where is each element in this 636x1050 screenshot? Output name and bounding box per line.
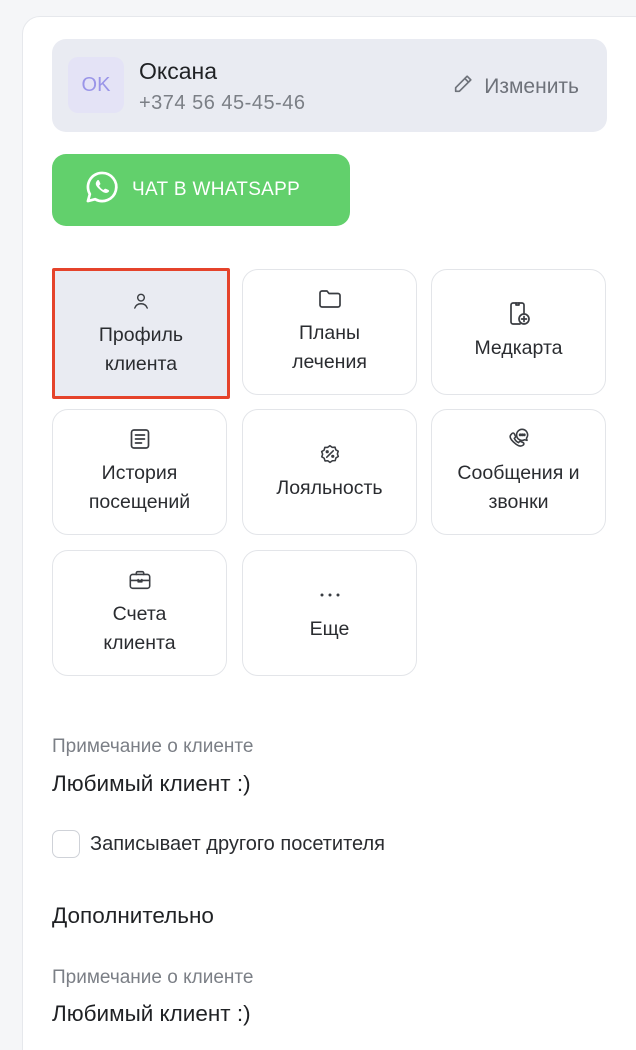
tile-label: Лояльность: [276, 476, 383, 499]
client-note-label: Примечание о клиенте: [52, 736, 254, 757]
additional-note-label: Примечание о клиенте: [52, 967, 254, 988]
tile-label: Медкарта: [474, 336, 563, 359]
tile-label: Планы лечения: [292, 322, 367, 373]
books-other-visitor-checkbox[interactable]: Записывает другого посетителя: [52, 830, 385, 858]
medical-card-icon: [507, 301, 531, 326]
tile-label: Сообщения и звонки: [457, 462, 580, 513]
checkbox-box[interactable]: [52, 830, 80, 858]
discount-badge-icon: [318, 442, 342, 466]
tile-treatment-plans[interactable]: Планы лечения: [242, 269, 417, 395]
pencil-icon: [452, 73, 474, 101]
tile-medcard[interactable]: Медкарта: [431, 269, 606, 395]
whatsapp-icon: [84, 169, 120, 211]
list-icon: [128, 427, 152, 451]
folder-icon: [318, 287, 342, 311]
edit-button[interactable]: Изменить: [452, 73, 579, 101]
tile-label: Счета клиента: [103, 603, 176, 654]
tile-profile[interactable]: Профиль клиента: [52, 268, 230, 399]
tile-visit-history[interactable]: История посещений: [52, 409, 227, 535]
phone-chat-icon: [507, 427, 531, 451]
additional-note-value: Любимый клиент :): [52, 1001, 251, 1026]
tile-client-invoices[interactable]: Счета клиента: [52, 550, 227, 676]
client-note-value: Любимый клиент :): [52, 771, 251, 796]
tile-label: Профиль клиента: [98, 323, 184, 375]
client-card: OK Оксана +374 56 45-45-46 Изменить: [52, 39, 607, 132]
edit-label: Изменить: [484, 75, 579, 98]
avatar: OK: [68, 57, 124, 113]
whatsapp-chat-button[interactable]: ЧАТ В WHATSAPP: [52, 154, 350, 226]
user-icon: [129, 289, 153, 313]
briefcase-icon: [128, 568, 152, 592]
checkbox-label: Записывает другого посетителя: [90, 832, 385, 855]
whatsapp-label: ЧАТ В WHATSAPP: [132, 179, 301, 200]
additional-section-title: Дополнительно: [52, 903, 214, 928]
more-dots-icon: [318, 583, 342, 607]
tile-more[interactable]: Еще: [242, 550, 417, 676]
tile-messages-calls[interactable]: Сообщения и звонки: [431, 409, 606, 535]
tile-loyalty[interactable]: Лояльность: [242, 409, 417, 535]
tile-label: История посещений: [88, 462, 191, 513]
client-name: Оксана: [139, 58, 217, 84]
tile-label: Еще: [309, 617, 350, 640]
client-phone: +374 56 45-45-46: [139, 92, 306, 114]
